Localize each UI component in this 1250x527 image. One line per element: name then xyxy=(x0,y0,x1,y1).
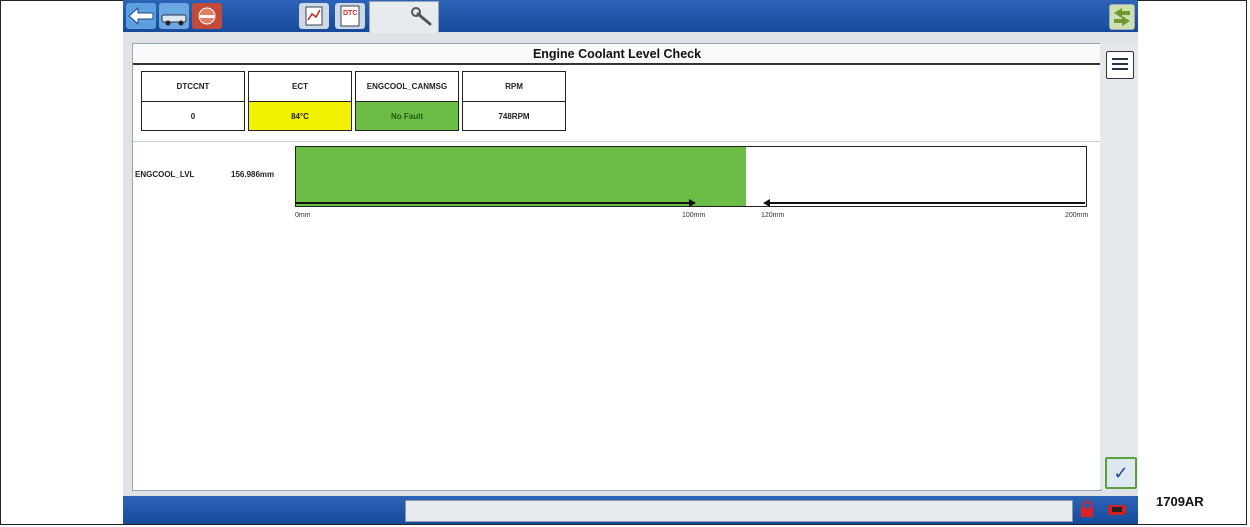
pid-name: DTCCNT xyxy=(142,72,244,102)
gauge-tick-label: 100mm xyxy=(682,212,706,219)
pid-value: 748RPM xyxy=(498,111,530,121)
pid-cell-engcool-canmsg[interactable]: ENGCOOL_CANMSG No Fault xyxy=(355,71,459,131)
wrench-icon xyxy=(411,7,432,26)
lock-icon[interactable] xyxy=(1079,500,1095,518)
pid-name: RPM xyxy=(463,72,565,102)
pid-grid: DTCCNT 0 ECT 84°C ENGCOOL_CANMSG No Faul… xyxy=(141,71,569,131)
gauge-tick-label: 0mm xyxy=(295,212,311,219)
pid-cell-ect[interactable]: ECT 84°C xyxy=(248,71,352,131)
max-arrow-head xyxy=(763,199,770,207)
dtc-icon-label: DTC xyxy=(343,10,357,17)
pid-cell-dtccnt[interactable]: DTCCNT 0 xyxy=(141,71,245,131)
pid-name: ENGCOOL_CANMSG xyxy=(356,72,458,102)
dtc-icon[interactable]: DTC xyxy=(335,3,365,29)
figure-label: 1709AR xyxy=(1156,494,1204,509)
status-field xyxy=(405,500,1073,522)
right-sidebar: ✓ xyxy=(1100,43,1138,489)
back-arrow-icon[interactable] xyxy=(126,3,156,29)
gauge-pid-name: ENGCOOL_LVL xyxy=(135,170,195,179)
checkmark-icon[interactable]: ✓ xyxy=(1105,457,1137,489)
divider xyxy=(133,141,1101,142)
pid-cell-rpm[interactable]: RPM 748RPM xyxy=(462,71,566,131)
gauge-tick-label: 120mm xyxy=(761,212,785,219)
gauge-pid-value: 156.986mm xyxy=(231,170,275,179)
gauge-tick-label: 200mm xyxy=(1065,212,1089,219)
pid-value: 84°C xyxy=(249,102,351,130)
pid-value: 0 xyxy=(190,111,196,121)
vehicle-icon[interactable] xyxy=(159,3,189,29)
min-arrow-head xyxy=(689,199,696,207)
page-title: Engine Coolant Level Check xyxy=(133,44,1101,65)
data-logger-icon[interactable] xyxy=(299,3,329,29)
gauge-fill xyxy=(296,147,747,206)
ids-window: DTC Engine Coolant Level Check DTCCNT 0 … xyxy=(123,0,1138,524)
max-range-arrow xyxy=(769,202,1085,204)
vehicle-status-icon[interactable] xyxy=(1107,502,1127,518)
main-panel: Engine Coolant Level Check DTCCNT 0 ECT … xyxy=(132,43,1102,491)
tools-icon[interactable] xyxy=(192,3,222,29)
top-toolbar: DTC xyxy=(123,0,1138,33)
coolant-level-gauge xyxy=(295,146,1087,207)
pid-name: ECT xyxy=(249,72,351,102)
status-bar xyxy=(123,496,1138,524)
tab-toolbox[interactable] xyxy=(369,1,439,33)
min-range-arrow xyxy=(295,202,690,204)
swap-icon[interactable] xyxy=(1109,4,1135,30)
pid-value: No Fault xyxy=(356,102,458,130)
list-icon[interactable] xyxy=(1106,51,1134,79)
